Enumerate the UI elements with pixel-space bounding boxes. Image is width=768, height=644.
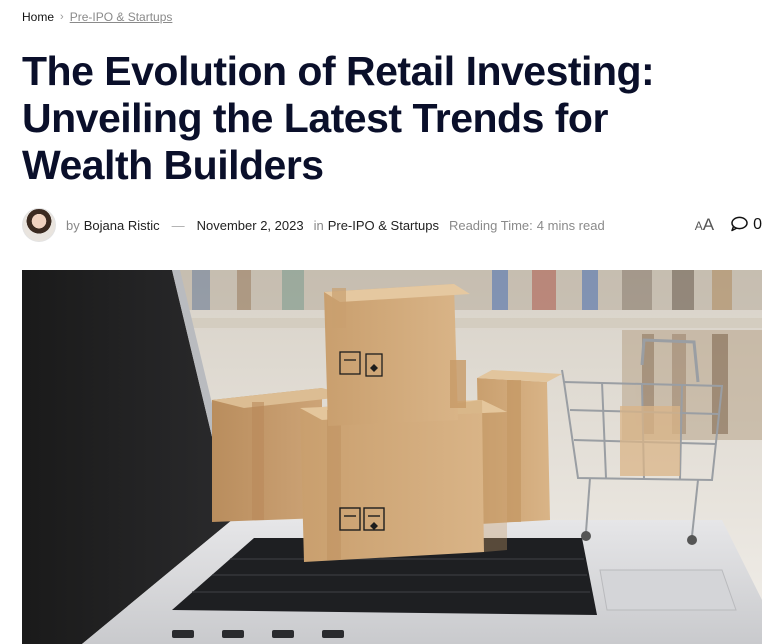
by-label: by [66, 217, 80, 233]
reading-time-value: 4 mins read [536, 217, 605, 233]
author-link[interactable]: Bojana Ristic [84, 218, 160, 233]
comment-bubble-icon [730, 216, 748, 235]
author-avatar[interactable] [22, 208, 56, 242]
featured-image [22, 270, 762, 644]
meta-actions: AA 0 [695, 215, 762, 235]
reading-time-label: Reading Time: [448, 217, 533, 233]
breadcrumb-category-link[interactable]: Pre-IPO & Startups [70, 10, 173, 24]
meta-separator: — [171, 217, 185, 233]
category-link[interactable]: Pre-IPO & Startups [328, 218, 439, 233]
comments-button[interactable]: 0 [730, 216, 762, 235]
in-label: in [313, 217, 324, 233]
article-meta: by Bojana Ristic — November 2, 2023 in P… [22, 208, 762, 242]
chevron-right-icon: › [60, 11, 64, 23]
article-page: Home › Pre-IPO & Startups The Evolution … [0, 0, 768, 644]
breadcrumb: Home › Pre-IPO & Startups [22, 10, 172, 24]
publish-date[interactable]: November 2, 2023 [197, 218, 304, 233]
article-title: The Evolution of Retail Investing: Unvei… [22, 48, 655, 188]
font-size-icon[interactable]: AA [695, 215, 714, 235]
breadcrumb-home-link[interactable]: Home [22, 10, 54, 24]
comment-count: 0 [753, 216, 762, 233]
font-size-large-glyph: A [702, 215, 715, 234]
font-size-small-glyph: A [694, 219, 703, 233]
